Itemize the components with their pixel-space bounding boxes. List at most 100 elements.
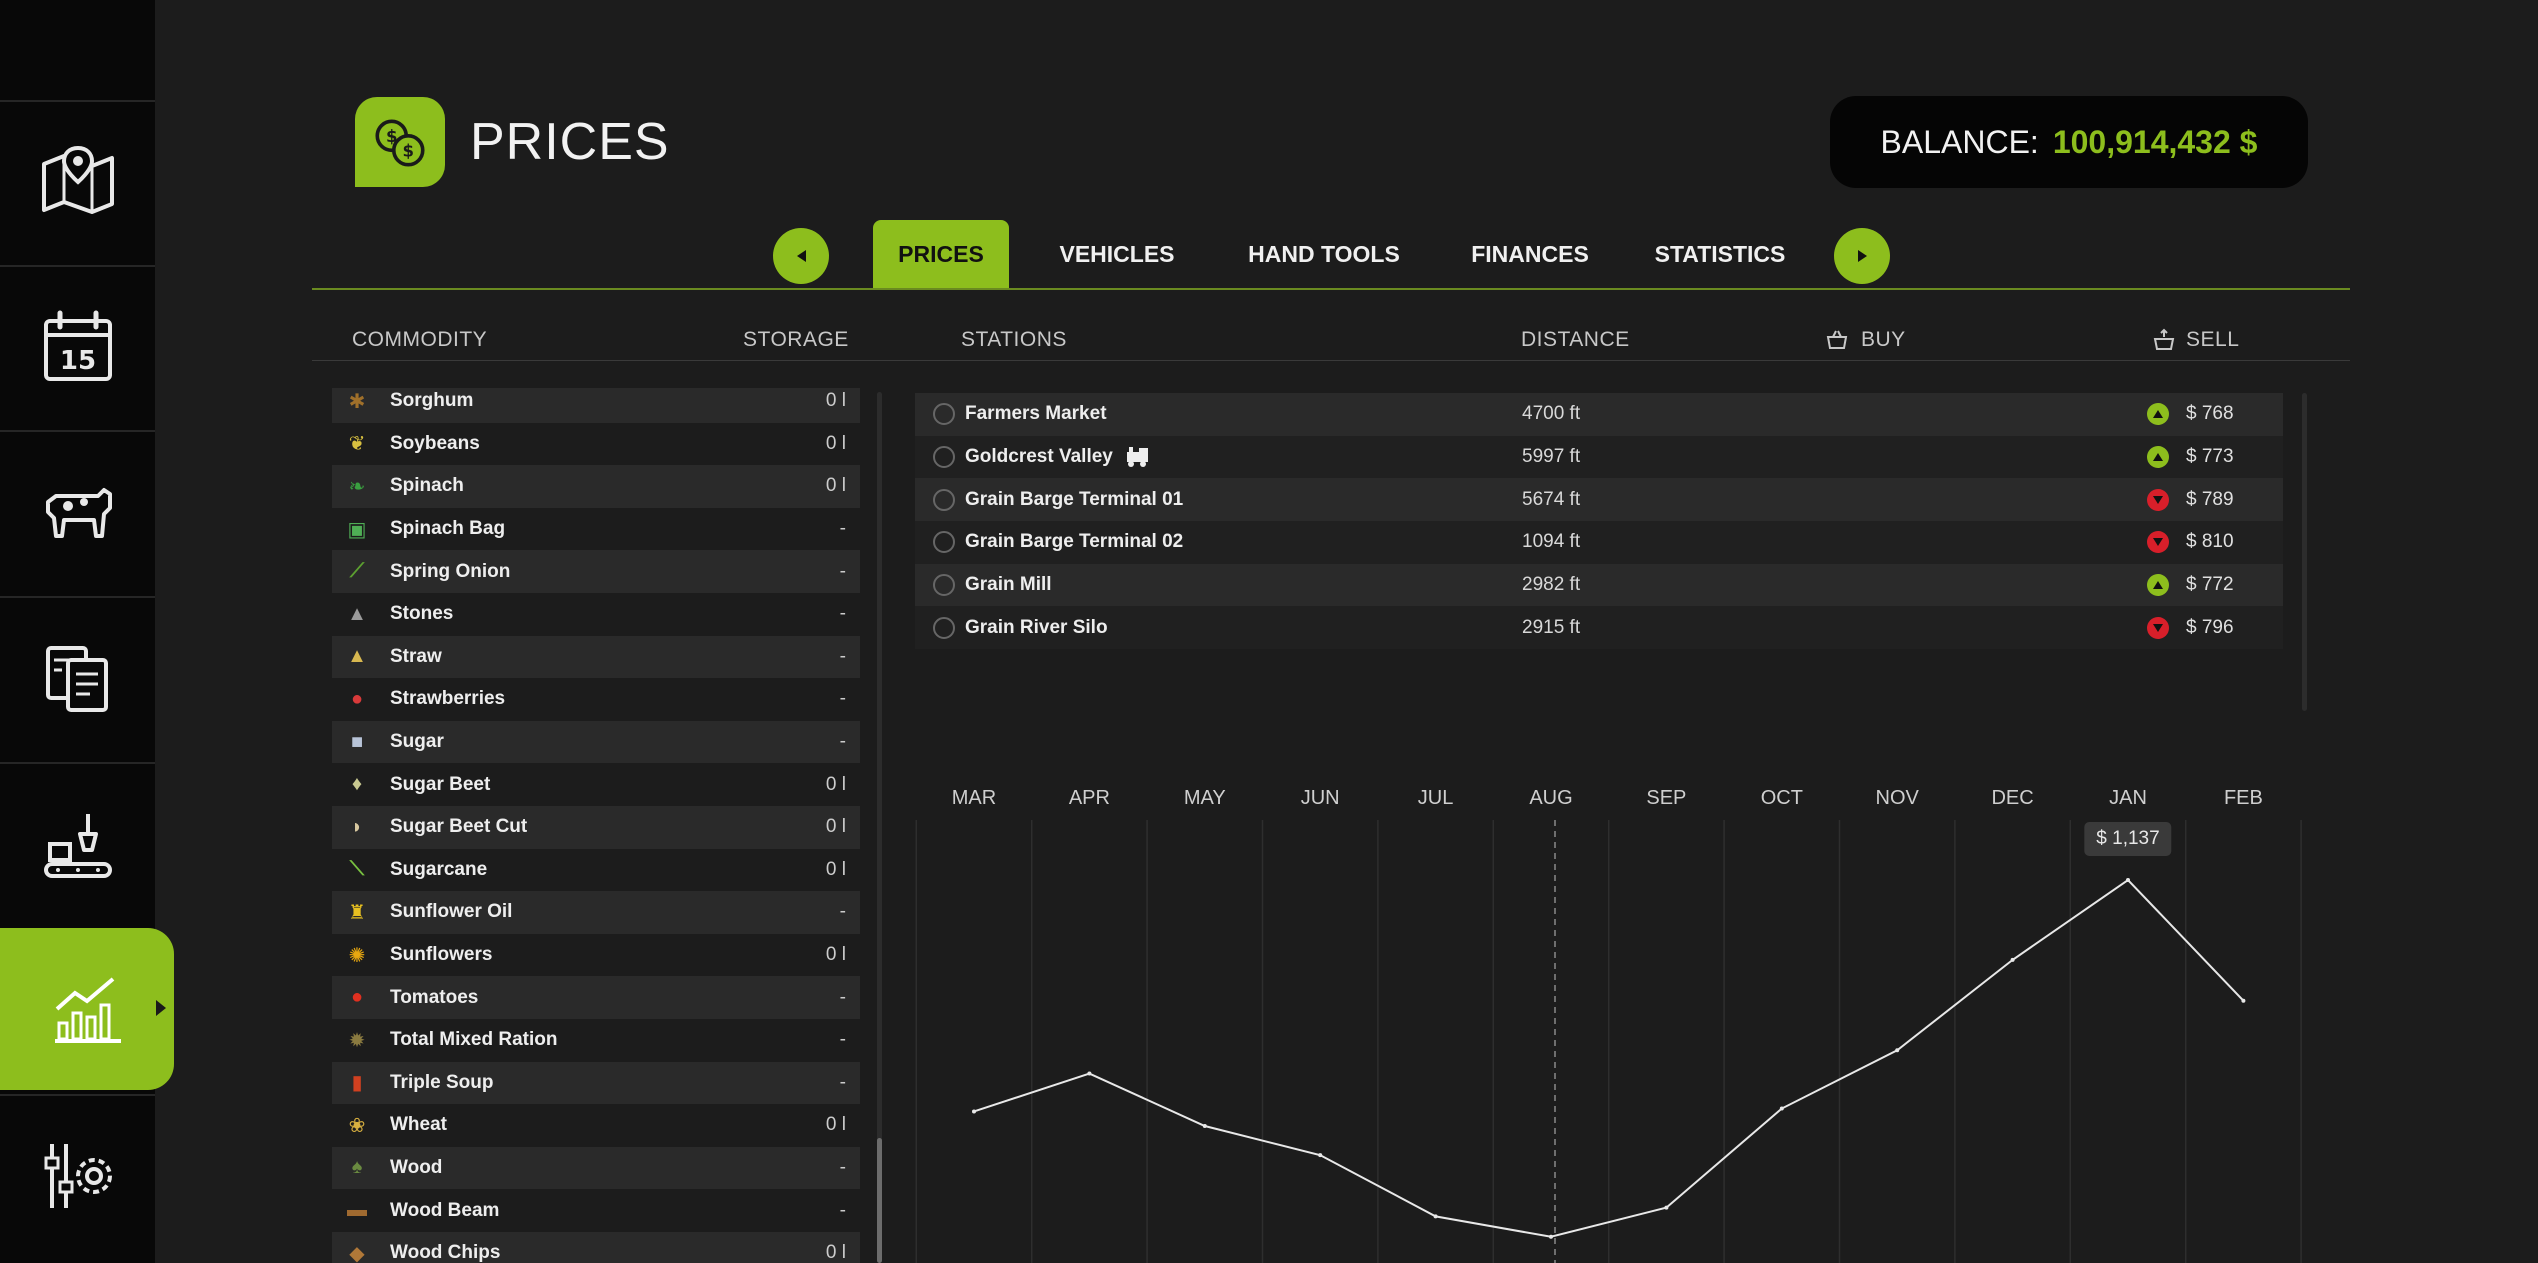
commodity-row[interactable]: ❀ Wheat 0 l — [332, 1104, 860, 1147]
commodity-row[interactable]: ● Tomatoes - — [332, 976, 860, 1019]
commodity-row[interactable]: ⟋ Spring Onion - — [332, 550, 860, 593]
price-point[interactable] — [1779, 1106, 1784, 1111]
station-row[interactable]: Grain Barge Terminal 01 5674 ft $ 789 — [915, 478, 2283, 522]
station-distance: 2982 ft — [1522, 574, 1581, 596]
triple-soup-icon: ▮ — [351, 1072, 363, 1095]
sunflower-oil-icon: ♜ — [348, 901, 366, 924]
commodity-list-scroll-thumb[interactable] — [877, 1138, 882, 1263]
chart-month-label: JAN — [2109, 787, 2147, 809]
commodity-row[interactable]: ▮ Triple Soup - — [332, 1061, 860, 1105]
station-distance: 1094 ft — [1522, 531, 1581, 553]
trend-down-icon — [2147, 616, 2169, 639]
history-icon[interactable] — [933, 488, 955, 511]
station-sell-price: $ 796 — [2186, 616, 2234, 638]
header-divider — [312, 360, 2350, 361]
price-point[interactable] — [1087, 1071, 1092, 1076]
commodity-row[interactable]: ✹ Total Mixed Ration - — [332, 1019, 860, 1062]
sidebar-item-map[interactable] — [0, 100, 155, 262]
history-icon[interactable] — [933, 531, 955, 554]
sidebar-item-contracts[interactable] — [0, 596, 155, 758]
commodity-row[interactable]: ✱ Sorghum 0 l — [332, 388, 860, 423]
commodity-row[interactable]: ♜ Sunflower Oil - — [332, 891, 860, 934]
commodity-row[interactable]: ● Strawberries - — [332, 678, 860, 721]
sugar-beet-icon: ♦ — [351, 773, 363, 796]
commodity-name: Wood Chips — [390, 1242, 501, 1263]
commodity-name: Spinach — [390, 475, 464, 497]
price-point[interactable] — [1895, 1048, 1900, 1053]
sidebar-item-animals[interactable] — [0, 430, 155, 592]
history-icon[interactable] — [933, 616, 955, 639]
column-buy-label: BUY — [1861, 328, 1906, 351]
commodity-name: Sugarcane — [390, 858, 488, 880]
tab-finances[interactable]: FINANCES — [1445, 220, 1615, 288]
commodity-list-scrollbar[interactable] — [877, 392, 882, 1263]
tab-statistics[interactable]: STATISTICS — [1625, 220, 1815, 288]
tab-prev-button[interactable] — [773, 228, 829, 284]
commodity-row[interactable]: ■ Sugar - — [332, 720, 860, 764]
station-sell-price: $ 810 — [2186, 531, 2234, 553]
station-name-text: Grain Mill — [965, 574, 1052, 596]
chart-month-label: MAY — [1183, 787, 1226, 809]
price-point[interactable] — [1433, 1214, 1438, 1219]
basket-buy-icon — [1826, 330, 1848, 349]
tomatoes-icon: ● — [350, 986, 364, 1009]
commodity-row[interactable]: ♦ Sugar Beet 0 l — [332, 763, 860, 806]
commodity-row[interactable]: ❧ Spinach 0 l — [332, 465, 860, 508]
commodity-row[interactable]: ✺ Sunflowers 0 l — [332, 934, 860, 977]
tab-prices[interactable]: PRICES — [873, 220, 1009, 288]
station-name-text: Grain Barge Terminal 01 — [965, 488, 1184, 510]
column-sell[interactable]: SELL — [2152, 328, 2239, 352]
commodity-name: Sugar — [390, 731, 444, 753]
commodity-row[interactable]: ◗ Sugar Beet Cut 0 l — [332, 805, 860, 849]
commodity-row[interactable]: ▣ Spinach Bag - — [332, 508, 860, 551]
tab-vehicles[interactable]: VEHICLES — [1035, 220, 1199, 288]
price-point[interactable] — [1664, 1205, 1669, 1210]
station-row[interactable]: Grain Barge Terminal 02 1094 ft $ 810 — [915, 521, 2283, 564]
station-row[interactable]: Grain River Silo 2915 ft $ 796 — [915, 606, 2283, 650]
sidebar-item-settings[interactable] — [0, 1094, 155, 1256]
sugarcane-icon: ⟍ — [350, 858, 364, 881]
price-history-chart: MAR APR MAY JUN JUL AUG SEP OCT NOV DEC JAN FEB $ 1,… — [900, 770, 2320, 1263]
tab-next-button[interactable] — [1834, 228, 1890, 284]
chart-month-label: JUN — [1300, 787, 1340, 809]
sidebar-item-prices[interactable] — [0, 928, 174, 1090]
sidebar-item-production[interactable] — [0, 762, 155, 924]
history-icon[interactable] — [933, 574, 955, 597]
commodity-row[interactable]: ▬ Wood Beam - — [332, 1189, 860, 1232]
station-name-text: Farmers Market — [965, 403, 1107, 425]
tab-hand-tools[interactable]: HAND TOOLS — [1219, 220, 1429, 288]
station-row[interactable]: Farmers Market 4700 ft $ 768 — [915, 393, 2283, 436]
sidebar-item-calendar[interactable]: 15 — [0, 265, 155, 427]
price-point[interactable] — [2126, 878, 2130, 883]
history-icon[interactable] — [933, 446, 955, 469]
chart-month-label: FEB — [2223, 787, 2263, 809]
history-icon[interactable] — [933, 403, 955, 426]
commodity-row[interactable]: ▲ Straw - — [332, 635, 860, 679]
calendar-icon: 15 — [43, 310, 112, 381]
price-point[interactable] — [1549, 1234, 1553, 1239]
commodity-row[interactable]: ◆ Wood Chips 0 l — [332, 1231, 860, 1263]
station-sell-price: $ 773 — [2186, 446, 2234, 468]
price-point[interactable] — [1202, 1124, 1207, 1129]
column-stations: STATIONS — [961, 328, 1067, 351]
station-row[interactable]: Goldcrest Valley 5997 ft $ 773 — [915, 435, 2283, 479]
station-row[interactable]: Grain Mill 2982 ft $ 772 — [915, 563, 2283, 607]
column-buy[interactable]: BUY — [1825, 328, 1906, 352]
price-point[interactable] — [1318, 1153, 1323, 1158]
commodity-row[interactable]: ▲ Stones - — [332, 593, 860, 636]
trend-down-icon — [2147, 531, 2169, 554]
commodity-storage: 0 l — [825, 475, 846, 497]
price-point[interactable] — [2010, 957, 2015, 962]
active-caret-icon — [156, 1000, 166, 1016]
stations-scrollbar[interactable] — [2302, 393, 2307, 711]
commodity-row[interactable]: ❦ Soybeans 0 l — [332, 423, 860, 466]
soybeans-icon: ❦ — [348, 433, 366, 456]
production-icon — [43, 814, 112, 878]
commodity-row[interactable]: ♠ Wood - — [332, 1146, 860, 1190]
wood-beam-icon: ▬ — [347, 1199, 367, 1222]
price-point[interactable] — [2241, 998, 2246, 1003]
commodity-row[interactable]: ⟍ Sugarcane 0 l — [332, 849, 860, 892]
commodity-storage: - — [839, 986, 846, 1008]
commodity-storage: 0 l — [825, 858, 846, 880]
price-point[interactable] — [972, 1109, 976, 1114]
